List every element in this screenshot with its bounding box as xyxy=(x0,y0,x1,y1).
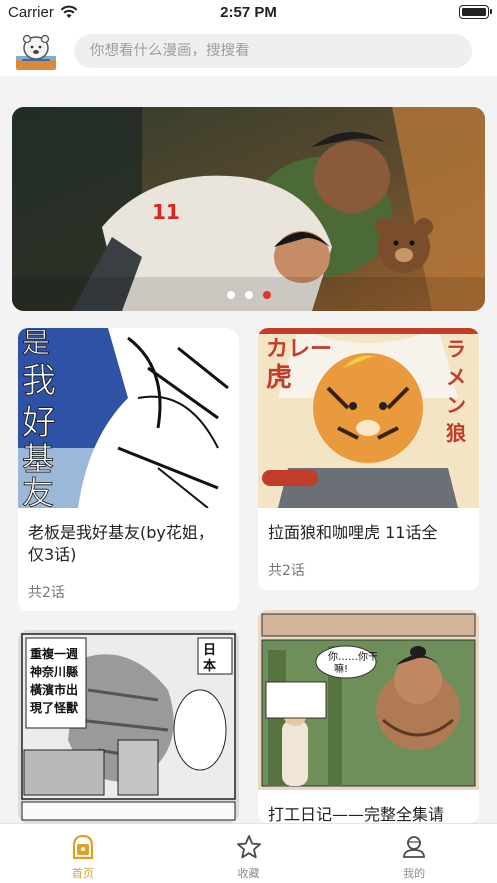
tab-home-label: 首页 xyxy=(71,867,94,880)
tab-home[interactable]: 首页 xyxy=(0,824,166,883)
svg-text:11: 11 xyxy=(152,200,180,224)
comic-cover: カレー 虎 ラ メ ン 狼 xyxy=(258,328,479,508)
svg-text:橫濱市出: 橫濱市出 xyxy=(30,682,78,697)
tab-favorites-label: 收藏 xyxy=(237,867,260,880)
comic-cover: 日 本 重複一週 神奈川縣 橫濱市出 現了怪獸 xyxy=(18,630,239,823)
comic-title: 打工日记——完整全集请 xyxy=(268,805,445,823)
status-time: 2:57 PM xyxy=(220,4,277,21)
search-bar[interactable] xyxy=(74,34,472,68)
svg-text:友: 友 xyxy=(22,474,54,508)
carousel-dot[interactable] xyxy=(244,291,253,299)
svg-text:日: 日 xyxy=(203,643,216,658)
svg-text:嘛!: 嘛! xyxy=(334,662,348,675)
battery-icon xyxy=(459,5,492,19)
svg-text:神奈川縣: 神奈川縣 xyxy=(30,664,78,679)
profile-icon xyxy=(403,836,426,858)
comic-card[interactable]: 你……你干 嘛! 打工日记——完整全集请 xyxy=(258,610,479,823)
svg-text:你……你干: 你……你干 xyxy=(328,650,378,663)
episode-count: 共2话 xyxy=(268,563,305,579)
banner-carousel[interactable]: 11 xyxy=(12,107,485,311)
home-icon xyxy=(72,834,93,860)
svg-text:狼: 狼 xyxy=(446,421,467,445)
svg-text:虎: 虎 xyxy=(266,363,292,393)
comic-card[interactable]: カレー 虎 ラ メ ン 狼 拉面狼和咖哩虎 11话全 共2话 xyxy=(258,328,479,590)
svg-text:重複一週: 重複一週 xyxy=(30,646,78,661)
carousel-dots xyxy=(12,291,485,299)
carousel-dot[interactable] xyxy=(226,291,235,299)
svg-text:是: 是 xyxy=(22,328,50,359)
comic-title: 拉面狼和咖哩虎 11话全 xyxy=(268,523,438,542)
svg-text:カレー: カレー xyxy=(266,337,332,362)
comic-title: 老板是我好基友(by花姐，仅3话) xyxy=(28,523,214,564)
svg-text:ン: ン xyxy=(446,393,466,417)
comic-card[interactable]: 日 本 重複一週 神奈川縣 橫濱市出 現了怪獸 xyxy=(18,630,239,823)
svg-text:メ: メ xyxy=(446,365,466,389)
tab-bar: 首页 收藏 我的 xyxy=(0,823,497,883)
comic-cover: 你……你干 嘛! xyxy=(258,610,479,790)
comic-card[interactable]: 是 我 好 基 友 老板是我好基友(by花姐，仅3话) 共2话 xyxy=(18,328,239,611)
search-input[interactable] xyxy=(90,43,472,59)
star-icon xyxy=(236,835,261,859)
svg-text:本: 本 xyxy=(203,658,216,674)
comic-cover: 是 我 好 基 友 xyxy=(18,328,239,508)
tab-profile-label: 我的 xyxy=(403,867,426,880)
status-bar: Carrier 2:57 PM xyxy=(0,0,497,26)
svg-text:基: 基 xyxy=(22,440,54,478)
svg-text:現了怪獸: 現了怪獸 xyxy=(30,700,79,715)
svg-text:好: 好 xyxy=(22,403,56,443)
svg-text:我: 我 xyxy=(22,361,56,401)
episode-count: 共2话 xyxy=(28,585,65,601)
banner-image: 11 xyxy=(12,107,485,311)
carousel-dot[interactable] xyxy=(262,291,271,299)
svg-text:ラ: ラ xyxy=(446,337,466,361)
tab-favorites[interactable]: 收藏 xyxy=(166,824,332,883)
header xyxy=(0,26,497,76)
app-logo[interactable] xyxy=(14,30,58,72)
tab-profile[interactable]: 我的 xyxy=(331,824,497,883)
